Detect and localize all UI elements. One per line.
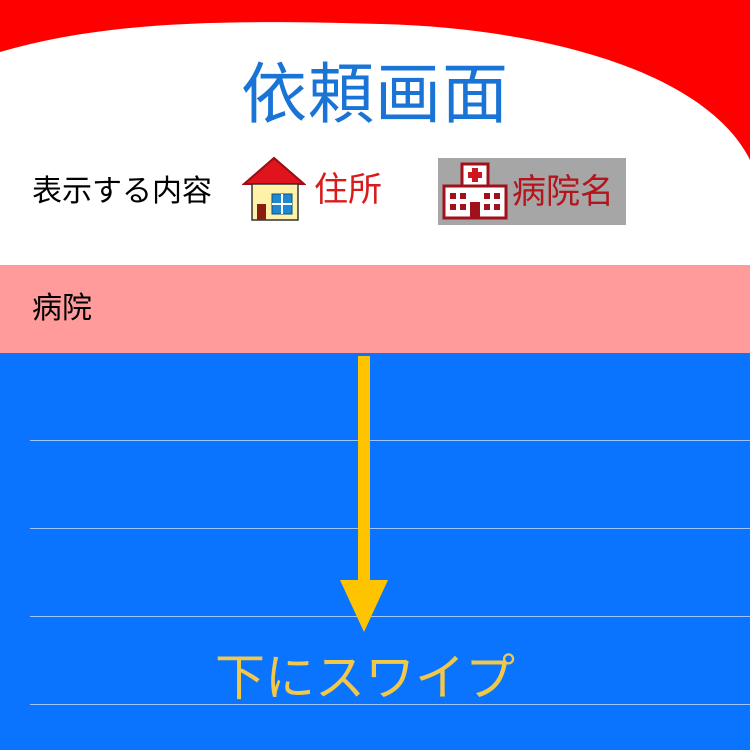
display-content-row: 表示する内容 住所 病院名	[0, 150, 750, 240]
section-header: 病院	[0, 265, 750, 353]
option-address-label: 住所	[314, 170, 382, 210]
option-hospital-name-label: 病院名	[512, 172, 614, 212]
option-hospital-name[interactable]: 病院名	[438, 158, 626, 225]
hospital-icon	[442, 162, 508, 220]
option-address[interactable]: 住所	[242, 154, 402, 226]
section-header-label: 病院	[32, 291, 92, 326]
arrow-down-icon	[340, 356, 388, 632]
swipe-hint: 下にスワイプ	[215, 649, 515, 707]
display-content-label: 表示する内容	[32, 174, 212, 209]
house-icon	[242, 156, 306, 221]
page-title: 依頼画面	[241, 56, 509, 133]
